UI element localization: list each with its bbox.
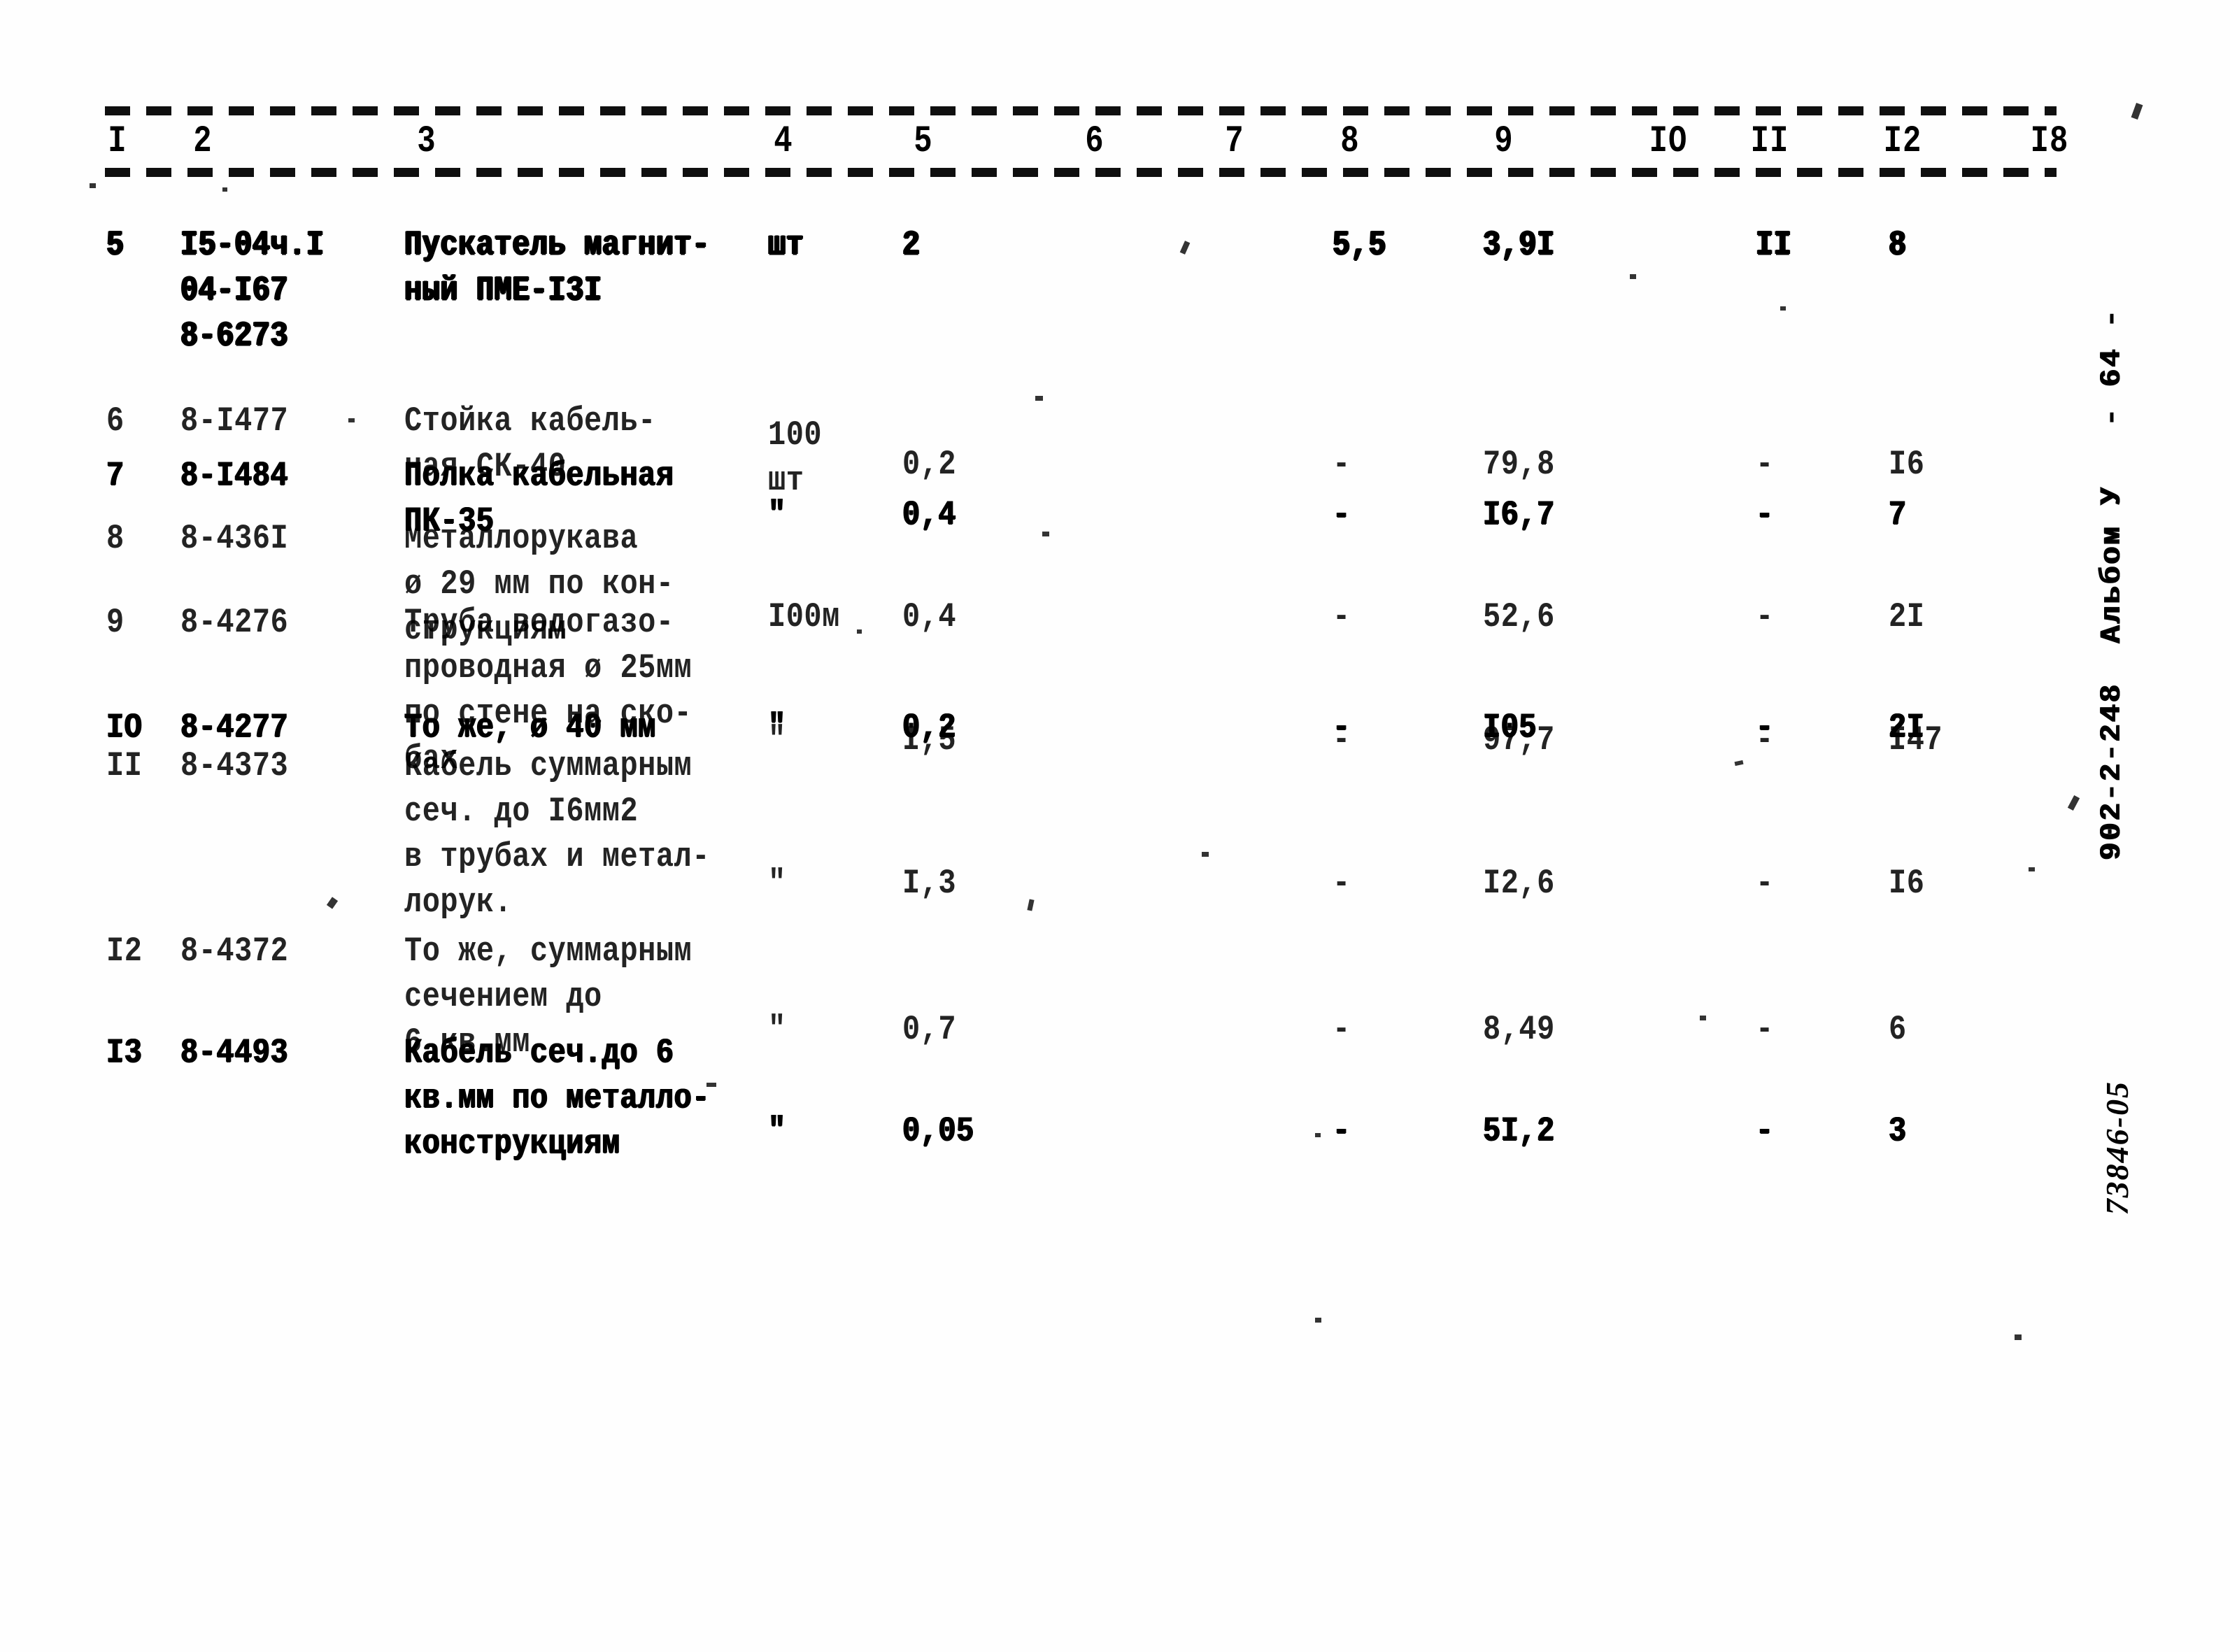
column-header-12: I2 <box>1883 120 1922 164</box>
scan-speck <box>706 1083 716 1087</box>
cell-num: I2 <box>106 932 143 971</box>
table-row: 5 I5-04ч.I 04-I67 8-6273 Пускатель магнит-… <box>0 222 2230 356</box>
cell-code: 8-I477 <box>180 401 289 441</box>
column-header-3: 3 <box>417 120 436 164</box>
table-column-header-row: I 2 3 4 5 6 7 8 9 IO II I2 I8 <box>0 116 2230 165</box>
cell-qty: 0,05 <box>902 1111 974 1151</box>
cell-code: 8-4373 <box>180 746 289 786</box>
cell-unit: шт <box>768 225 804 265</box>
cell-num: 7 <box>106 456 125 496</box>
cell-c8: - <box>1333 1111 1351 1151</box>
cell-name: Кабель сеч.до 6 кв.мм по металло- констр… <box>404 1033 710 1164</box>
scan-speck <box>857 629 862 634</box>
column-header-6: 6 <box>1085 120 1105 164</box>
scan-speck <box>1700 1016 1706 1020</box>
cell-c12: 3 <box>1889 1111 1907 1151</box>
cell-c12: I6 <box>1889 864 1925 904</box>
scan-speck <box>326 897 339 909</box>
cell-code: I5-04ч.I 04-I67 8-6273 <box>180 225 325 356</box>
scan-speck <box>222 187 227 192</box>
table-row: I3 8-4493 Кабель сеч.до 6 кв.мм по металло… <box>0 1030 2230 1164</box>
scan-speck <box>90 183 96 188</box>
cell-num: 9 <box>106 603 125 643</box>
column-header-2: 2 <box>193 120 213 164</box>
scan-speck <box>348 418 355 422</box>
table-row: 7 8-I484 Полка кабельная ПК-35 " 0,4- I6,7-7 <box>0 453 2230 541</box>
column-header-9: 9 <box>1494 120 1514 164</box>
table-row: 9 8-4276 Труба водогазо- проводная ø 25мм … <box>0 600 2230 779</box>
scanned-page: I 2 3 4 5 6 7 8 9 IO II I2 I8 5 I5-04ч.I 04-I67 8-627… <box>0 0 2230 1652</box>
cell-c12: 8 <box>1889 225 1907 265</box>
table-row: 6 8-I477 Стойка кабель- ная СК-40 100 шт 0,2… <box>0 399 2230 501</box>
cell-c8: 5,5 <box>1333 225 1387 265</box>
cell-name: Пускатель магнит- ный ПМЕ-I3I <box>404 225 710 311</box>
table-row: II 8-4373 Кабель суммарным сеч. до I6мм2 в… <box>0 743 2230 923</box>
cell-c11: - <box>1756 864 1774 904</box>
table-header-bottom-dashed-rule <box>105 168 2057 177</box>
cell-code: 8-I484 <box>180 456 289 496</box>
cell-c9: 5I,2 <box>1483 1111 1555 1151</box>
column-header-13: I8 <box>2030 120 2069 164</box>
cell-num: 6 <box>106 401 125 441</box>
scan-speck <box>2067 795 2080 811</box>
scan-speck <box>1042 532 1049 536</box>
scan-speck <box>1315 1133 1321 1137</box>
scan-speck <box>1630 274 1636 279</box>
album-stamp: 902-2-248 Альбом У - 64 - <box>2095 308 2129 860</box>
scan-speck <box>1780 306 1786 311</box>
scan-speck <box>2029 867 2035 871</box>
cell-c9: I2,6 <box>1483 864 1555 904</box>
cell-code: 8-436I <box>180 519 289 559</box>
column-header-8: 8 <box>1340 120 1360 164</box>
column-header-5: 5 <box>914 120 933 164</box>
cell-num: II <box>106 746 143 786</box>
column-header-1: I <box>108 120 127 164</box>
column-header-11: II <box>1750 120 1789 164</box>
cell-num: 5 <box>106 225 125 265</box>
cell-name: Кабель суммарным сеч. до I6мм2 в трубах … <box>404 746 710 923</box>
cell-code: 8-4372 <box>180 932 289 971</box>
column-header-10: IO <box>1649 120 1688 164</box>
cell-code: 8-4276 <box>180 603 289 643</box>
cell-num: I3 <box>106 1033 143 1073</box>
column-header-4: 4 <box>774 120 793 164</box>
scan-speck <box>1315 1318 1321 1323</box>
scan-speck <box>1035 396 1043 401</box>
handwritten-archive-note: 73846-05 <box>2099 1081 2135 1216</box>
table-top-dashed-rule <box>105 106 2057 115</box>
cell-num: 8 <box>106 519 125 559</box>
cell-unit: " <box>768 864 786 904</box>
table-row: I2 8-4372 То же, суммарным сечением до 6 к… <box>0 929 2230 1062</box>
scan-speck <box>1202 852 1209 857</box>
scan-speck <box>2015 1334 2022 1340</box>
cell-c8: - <box>1333 864 1351 904</box>
cell-c11: II <box>1756 225 1792 265</box>
cell-unit: " <box>768 1111 786 1151</box>
table-row: 8 8-436I Металлорукава ø 29 мм по кон- стр… <box>0 516 2230 650</box>
column-header-7: 7 <box>1225 120 1244 164</box>
table-row: IO 8-4277 То же, ø 40 мм " 0,2- I05-2I <box>0 705 2230 748</box>
cell-c9: 3,9I <box>1483 225 1555 265</box>
cell-qty: 2 <box>902 225 921 265</box>
cell-code: 8-4493 <box>180 1033 289 1073</box>
cell-c11: - <box>1756 1111 1774 1151</box>
